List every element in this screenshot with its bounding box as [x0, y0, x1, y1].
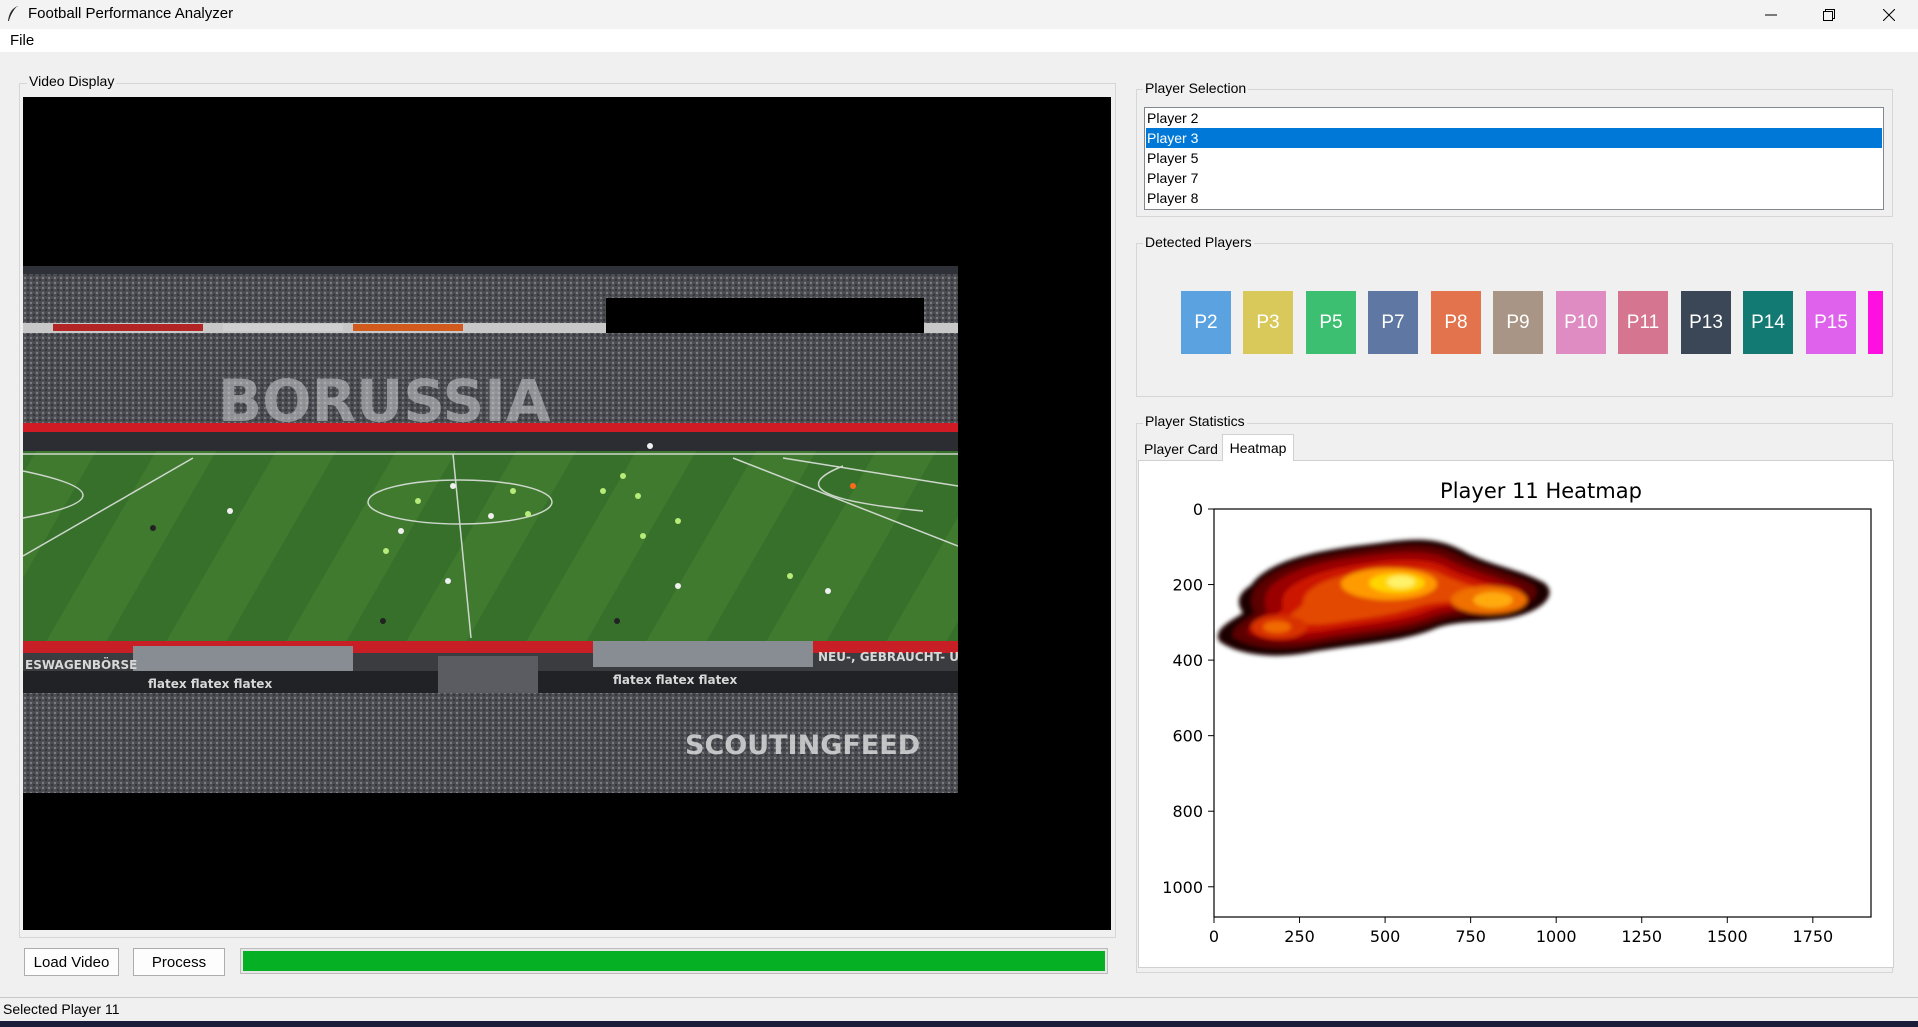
x-tick-label: 250 — [1284, 927, 1315, 946]
x-tick-label: 1750 — [1792, 927, 1833, 946]
window-title: Football Performance Analyzer — [28, 5, 234, 22]
svg-text:flatex flatex flatex: flatex flatex flatex — [613, 673, 737, 687]
feather-icon — [8, 6, 18, 21]
x-tick-label: 500 — [1370, 927, 1401, 946]
player-chip-p9[interactable]: P9 — [1493, 291, 1543, 354]
status-bar: Selected Player 11 — [0, 997, 1918, 1022]
player-chip-p8[interactable]: P8 — [1431, 291, 1481, 354]
load-video-button[interactable]: Load Video — [24, 948, 119, 976]
tab-player-card[interactable]: Player Card — [1140, 437, 1222, 461]
process-button[interactable]: Process — [133, 948, 225, 976]
y-tick-label: 1000 — [1162, 878, 1203, 897]
close-icon — [1883, 8, 1895, 21]
player-chip-p3[interactable]: P3 — [1243, 291, 1293, 354]
player-chip-p13[interactable]: P13 — [1681, 291, 1731, 354]
detected-players-strip: P2 P3 P5 P7 P8 P9 P10 P11 P13 P14 P15 P — [1137, 0, 1883, 400]
player-chip-p5[interactable]: P5 — [1306, 291, 1356, 354]
player-statistics-label: Player Statistics — [1143, 413, 1247, 429]
player-chip-p11[interactable]: P11 — [1618, 291, 1668, 354]
player-chip-p10[interactable]: P10 — [1556, 291, 1606, 354]
x-tick-label: 0 — [1209, 927, 1219, 946]
svg-text:flatex flatex flatex: flatex flatex flatex — [148, 677, 272, 691]
y-tick-label: 400 — [1172, 651, 1203, 670]
y-tick-label: 0 — [1193, 500, 1203, 519]
x-tick-label: 1000 — [1536, 927, 1577, 946]
video-frame-image: BORUSSIA ESWAGENBÖRSE flatex flatex flat… — [23, 266, 958, 793]
player-chip-partial[interactable]: P — [1868, 291, 1883, 354]
svg-text:NEU-, GEBRAUCHT- UND JA: NEU-, GEBRAUCHT- UND JA — [818, 650, 958, 664]
video-display-label: Video Display — [27, 73, 117, 89]
chart-title: Player 11 Heatmap — [1440, 479, 1642, 503]
progress-fill — [243, 951, 1105, 971]
video-frame: BORUSSIA ESWAGENBÖRSE flatex flatex flat… — [23, 266, 958, 793]
player-chip-p2[interactable]: P2 — [1181, 291, 1231, 354]
heat-blobs — [1217, 539, 1550, 656]
y-tick-label: 600 — [1172, 727, 1203, 746]
status-text: Selected Player 11 — [3, 1001, 120, 1017]
x-tick-label: 1500 — [1707, 927, 1748, 946]
x-tick-label: 750 — [1455, 927, 1486, 946]
player-chip-p14[interactable]: P14 — [1743, 291, 1793, 354]
tab-heatmap[interactable]: Heatmap — [1222, 434, 1294, 461]
taskbar-edge — [0, 1021, 1918, 1027]
y-tick-label: 200 — [1172, 576, 1203, 595]
x-tick-label: 1250 — [1621, 927, 1662, 946]
menu-file[interactable]: File — [10, 32, 34, 49]
player-chip-p7[interactable]: P7 — [1368, 291, 1418, 354]
svg-text:ESWAGENBÖRSE: ESWAGENBÖRSE — [25, 657, 137, 672]
watermark-scoutingfeed: SCOUTINGFEED — [685, 730, 920, 761]
heatmap-chart: Player 11 Heatmap 0 250 500 750 1000 1250 1500… — [1162, 479, 1872, 946]
player-chip-p15[interactable]: P15 — [1806, 291, 1856, 354]
y-tick-label: 800 — [1172, 802, 1203, 821]
